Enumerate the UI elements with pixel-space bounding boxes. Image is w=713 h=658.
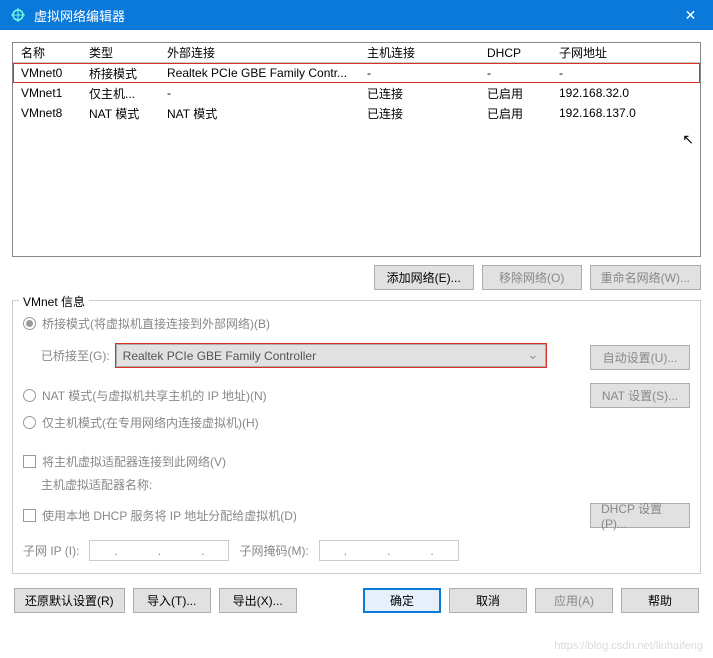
cell-type: NAT 模式: [89, 105, 167, 122]
radio-icon: [23, 416, 36, 429]
close-button[interactable]: ✕: [668, 0, 713, 30]
vmnet-info-legend: VMnet 信息: [19, 293, 89, 310]
col-host[interactable]: 主机连接: [367, 44, 487, 61]
cell-type: 桥接模式: [89, 65, 167, 82]
hostonly-mode-label: 仅主机模式(在专用网络内连接虚拟机)(H): [42, 414, 259, 431]
remove-network-button[interactable]: 移除网络(O): [482, 265, 582, 290]
export-button[interactable]: 导出(X)...: [219, 588, 297, 613]
col-name[interactable]: 名称: [17, 44, 89, 61]
cell-name: VMnet1: [17, 86, 89, 100]
subnet-ip-label: 子网 IP (I):: [23, 542, 79, 559]
connect-host-check[interactable]: 将主机虚拟适配器连接到此网络(V): [23, 453, 690, 470]
nat-mode-radio[interactable]: NAT 模式(与虚拟机共享主机的 IP 地址)(N): [23, 387, 267, 404]
connect-host-label: 将主机虚拟适配器连接到此网络(V): [42, 453, 226, 470]
radio-icon: [23, 389, 36, 402]
titlebar: 虚拟网络编辑器 ✕: [0, 0, 713, 30]
dhcp-settings-button[interactable]: DHCP 设置(P)...: [590, 503, 690, 528]
window-title: 虚拟网络编辑器: [34, 6, 125, 25]
table-row[interactable]: VMnet8 NAT 模式 NAT 模式 已连接 已启用 192.168.137…: [13, 103, 700, 123]
bridge-adapter-value: Realtek PCIe GBE Family Controller: [123, 349, 316, 363]
table-row[interactable]: VMnet0 桥接模式 Realtek PCIe GBE Family Cont…: [13, 63, 700, 83]
table-row[interactable]: VMnet1 仅主机... - 已连接 已启用 192.168.32.0: [13, 83, 700, 103]
bridge-mode-radio[interactable]: 桥接模式(将虚拟机直接连接到外部网络)(B): [23, 315, 690, 332]
cell-name: VMnet0: [17, 66, 89, 80]
nat-mode-label: NAT 模式(与虚拟机共享主机的 IP 地址)(N): [42, 387, 267, 404]
nat-settings-button[interactable]: NAT 设置(S)...: [590, 383, 690, 408]
subnet-mask-label: 子网掩码(M):: [239, 542, 308, 559]
cancel-button[interactable]: 取消: [449, 588, 527, 613]
subnet-mask-input[interactable]: . . .: [319, 540, 459, 561]
vmnet-info-group: VMnet 信息 桥接模式(将虚拟机直接连接到外部网络)(B) 已桥接至(G):…: [12, 300, 701, 574]
ok-button[interactable]: 确定: [363, 588, 441, 613]
radio-icon: [23, 317, 36, 330]
auto-settings-button[interactable]: 自动设置(U)...: [590, 345, 690, 370]
app-icon: [10, 7, 26, 23]
cell-ext: NAT 模式: [167, 105, 367, 122]
rename-network-button[interactable]: 重命名网络(W)...: [590, 265, 701, 290]
cursor-icon: ↖: [682, 131, 694, 148]
subnet-row: 子网 IP (I): . . . 子网掩码(M): . . .: [23, 540, 690, 561]
cell-host: 已连接: [367, 105, 487, 122]
cell-type: 仅主机...: [89, 85, 167, 102]
cell-subnet: -: [559, 66, 696, 80]
col-ext[interactable]: 外部连接: [167, 44, 367, 61]
cell-ext: Realtek PCIe GBE Family Contr...: [167, 66, 367, 80]
import-button[interactable]: 导入(T)...: [133, 588, 211, 613]
checkbox-icon: [23, 509, 36, 522]
content-area: 名称 类型 外部连接 主机连接 DHCP 子网地址 VMnet0 桥接模式 Re…: [0, 30, 713, 625]
cell-ext: -: [167, 86, 367, 100]
dialog-buttons: 还原默认设置(R) 导入(T)... 导出(X)... 确定 取消 应用(A) …: [12, 588, 701, 613]
add-network-button[interactable]: 添加网络(E)...: [374, 265, 474, 290]
subnet-ip-input[interactable]: . . .: [89, 540, 229, 561]
use-dhcp-check[interactable]: 使用本地 DHCP 服务将 IP 地址分配给虚拟机(D): [23, 507, 297, 524]
help-button[interactable]: 帮助: [621, 588, 699, 613]
cell-host: -: [367, 66, 487, 80]
dhcp-row: 使用本地 DHCP 服务将 IP 地址分配给虚拟机(D) DHCP 设置(P).…: [23, 503, 690, 528]
hostonly-mode-radio[interactable]: 仅主机模式(在专用网络内连接虚拟机)(H): [23, 414, 690, 431]
nat-mode-row: NAT 模式(与虚拟机共享主机的 IP 地址)(N) NAT 设置(S)...: [23, 383, 690, 408]
cell-subnet: 192.168.137.0: [559, 106, 696, 120]
restore-defaults-button[interactable]: 还原默认设置(R): [14, 588, 125, 613]
col-dhcp[interactable]: DHCP: [487, 46, 559, 60]
apply-button[interactable]: 应用(A): [535, 588, 613, 613]
bridge-adapter-select[interactable]: Realtek PCIe GBE Family Controller: [116, 344, 546, 367]
use-dhcp-label: 使用本地 DHCP 服务将 IP 地址分配给虚拟机(D): [42, 507, 297, 524]
checkbox-icon: [23, 455, 36, 468]
watermark-text: https://blog.csdn.net/liuhaifeng: [554, 640, 703, 652]
cell-host: 已连接: [367, 85, 487, 102]
cell-dhcp: -: [487, 66, 559, 80]
bridge-mode-label: 桥接模式(将虚拟机直接连接到外部网络)(B): [42, 315, 270, 332]
table-buttons: 添加网络(E)... 移除网络(O) 重命名网络(W)...: [12, 265, 701, 290]
bridge-select-row: 已桥接至(G): Realtek PCIe GBE Family Control…: [23, 338, 690, 377]
cell-subnet: 192.168.32.0: [559, 86, 696, 100]
col-type[interactable]: 类型: [89, 44, 167, 61]
cell-dhcp: 已启用: [487, 105, 559, 122]
col-subnet[interactable]: 子网地址: [559, 44, 696, 61]
network-table: 名称 类型 外部连接 主机连接 DHCP 子网地址 VMnet0 桥接模式 Re…: [12, 42, 701, 257]
table-header: 名称 类型 外部连接 主机连接 DHCP 子网地址: [13, 43, 700, 63]
cell-name: VMnet8: [17, 106, 89, 120]
bridged-to-label: 已桥接至(G):: [41, 347, 110, 364]
cell-dhcp: 已启用: [487, 85, 559, 102]
host-adapter-name-label: 主机虚拟适配器名称:: [41, 476, 690, 493]
